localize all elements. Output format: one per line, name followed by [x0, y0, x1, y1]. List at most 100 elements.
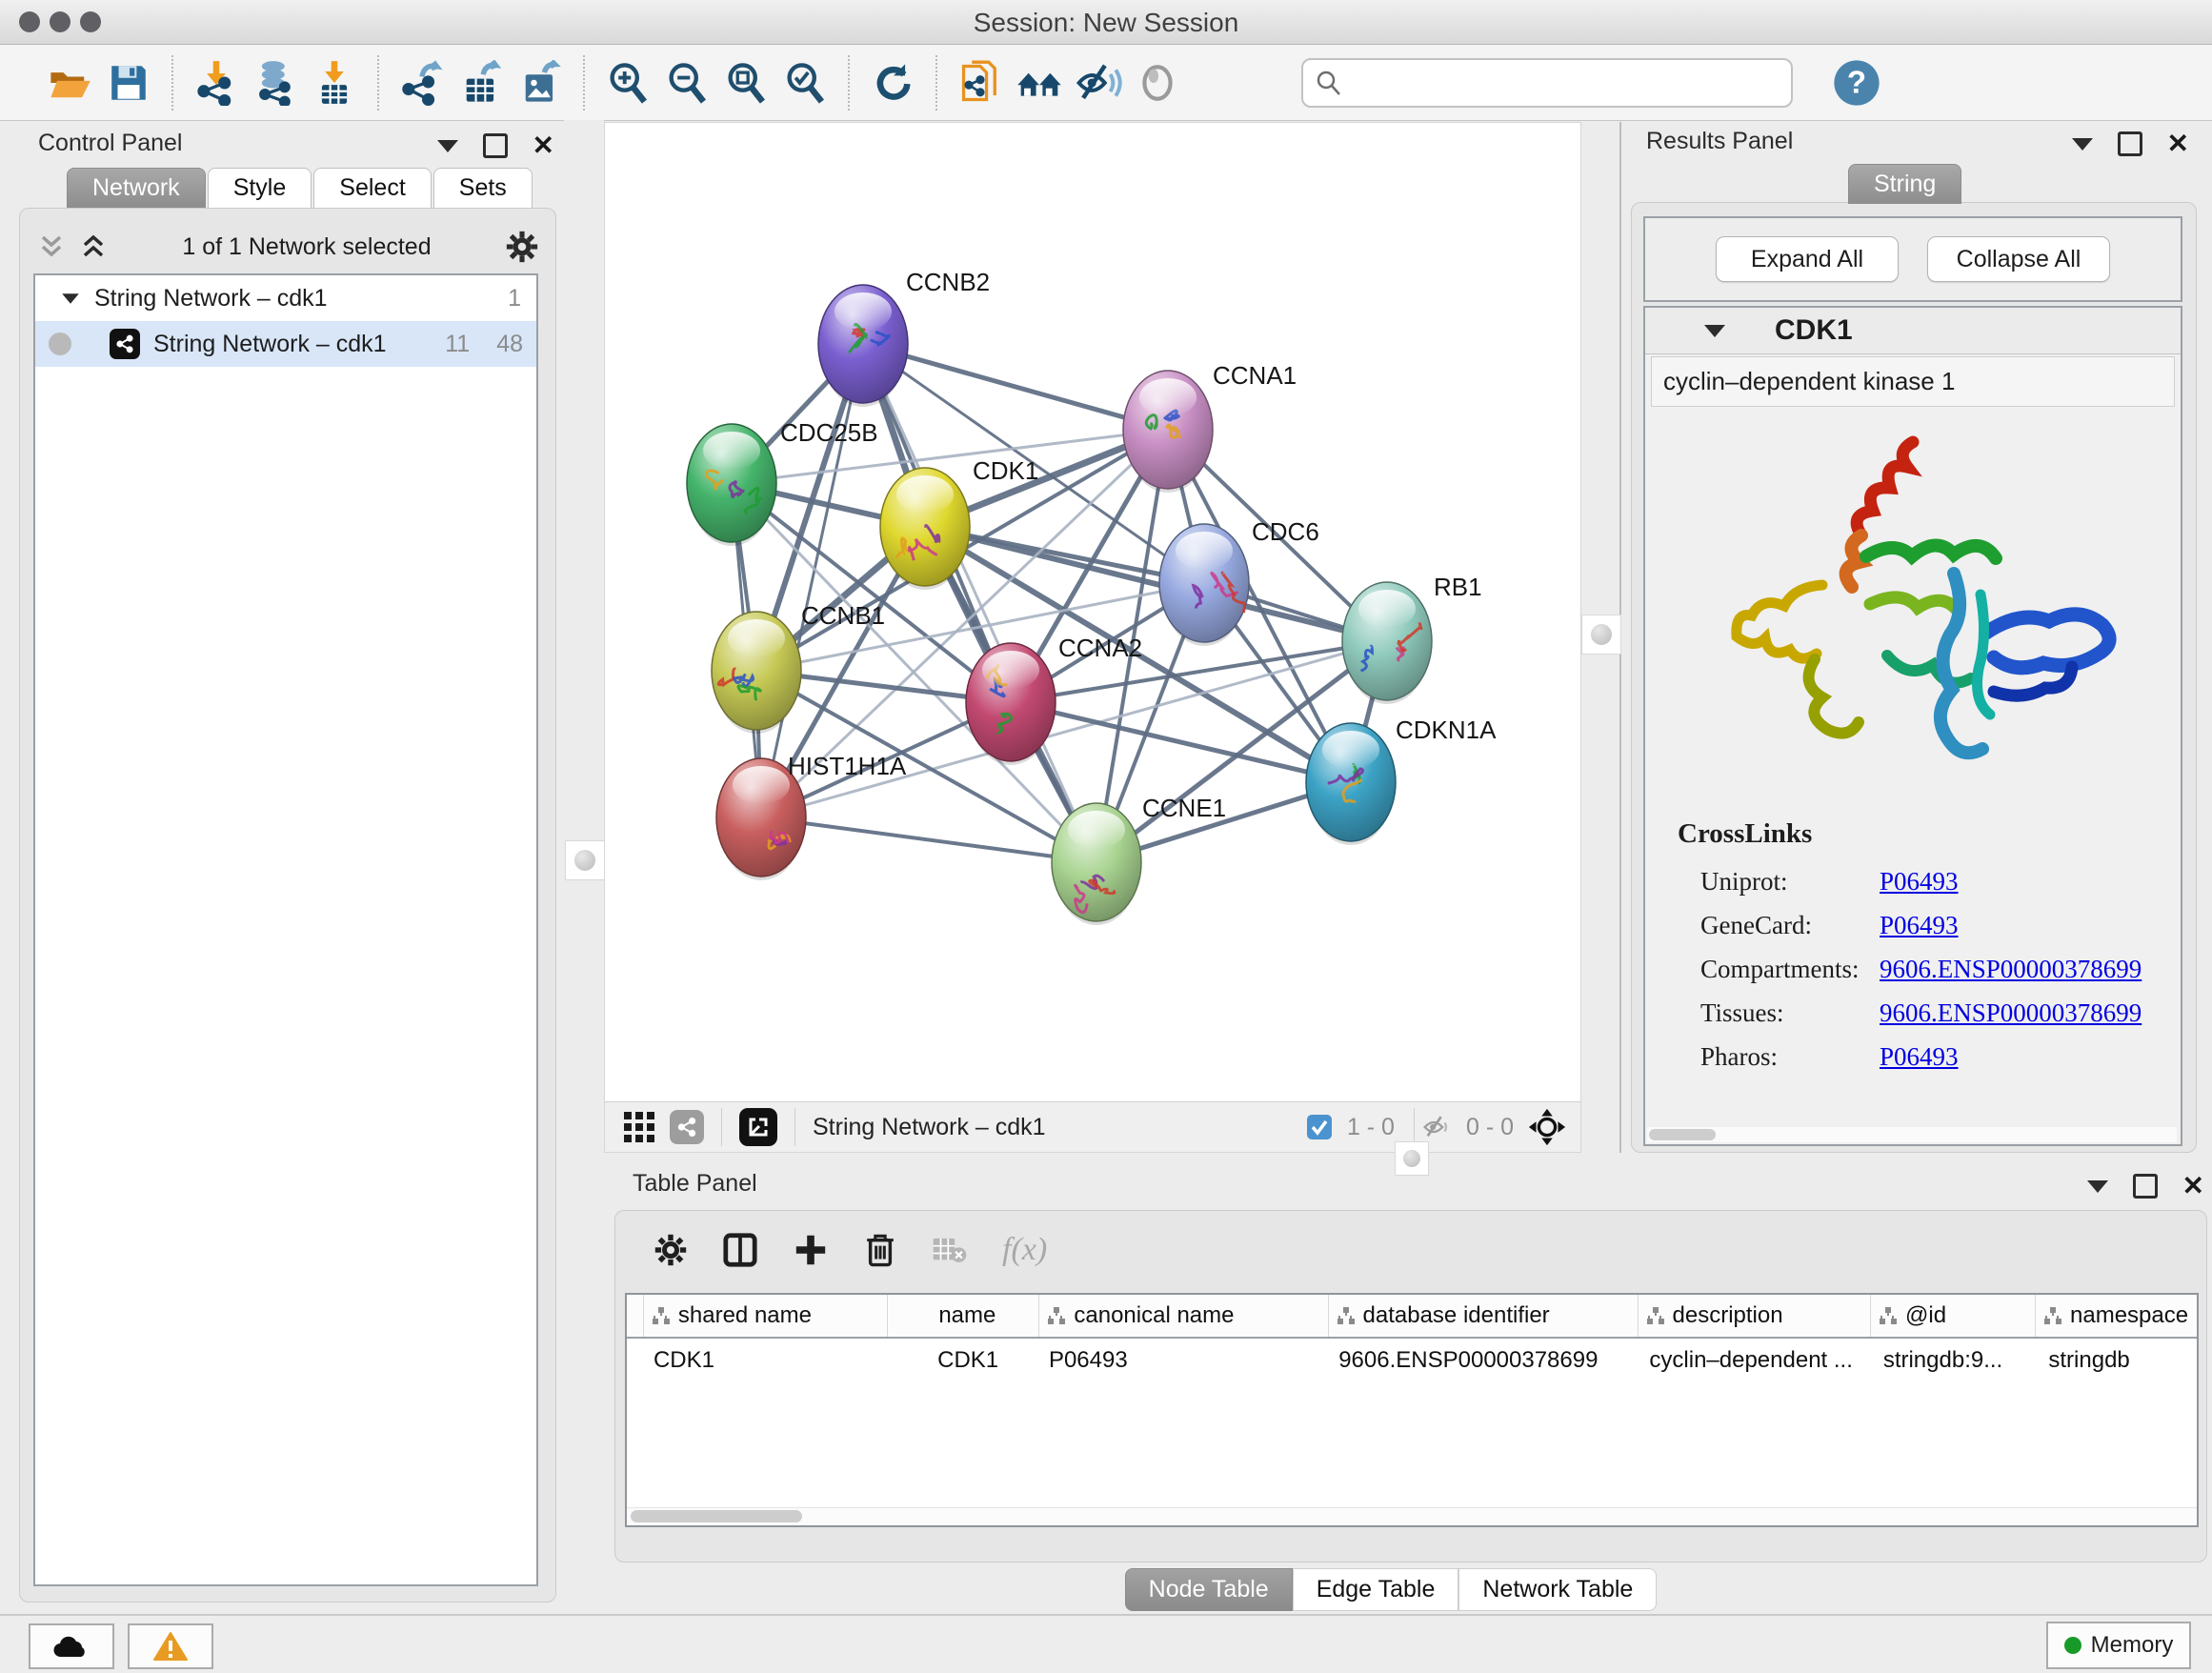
- network-node-CDKN1A[interactable]: [1306, 723, 1396, 845]
- table-panel-close-button[interactable]: ✕: [2182, 1177, 2204, 1196]
- add-column-icon[interactable]: [793, 1232, 829, 1268]
- warnings-button[interactable]: [128, 1623, 213, 1669]
- control-panel-maximize-button[interactable]: [483, 133, 508, 158]
- cloud-status-button[interactable]: [29, 1623, 114, 1669]
- results-hscrollbar[interactable]: [1647, 1127, 2177, 1142]
- save-session-button[interactable]: [99, 53, 158, 112]
- network-node-CDC25B[interactable]: [687, 424, 776, 546]
- import-network-database-button[interactable]: [246, 53, 305, 112]
- cell-canonical-name[interactable]: P06493: [1039, 1347, 1329, 1374]
- column-canonical-name[interactable]: canonical name: [1039, 1295, 1328, 1337]
- show-columns-icon[interactable]: [722, 1232, 758, 1268]
- network-node-CCNE1[interactable]: [1052, 803, 1141, 925]
- table-gear-icon[interactable]: [654, 1233, 688, 1267]
- tab-network[interactable]: Network: [67, 168, 206, 208]
- refresh-button[interactable]: [863, 53, 922, 112]
- tab-sets[interactable]: Sets: [433, 168, 533, 208]
- column-description[interactable]: description: [1639, 1295, 1872, 1337]
- search-field[interactable]: [1301, 58, 1793, 108]
- search-input[interactable]: [1343, 69, 1757, 97]
- cell-shared-name[interactable]: CDK1: [644, 1347, 887, 1374]
- table-hscrollbar[interactable]: [627, 1507, 2197, 1525]
- home-button[interactable]: [1010, 53, 1069, 112]
- tab-select[interactable]: Select: [313, 168, 431, 208]
- tab-style[interactable]: Style: [208, 168, 312, 208]
- gear-icon[interactable]: [506, 231, 538, 263]
- memory-button[interactable]: Memory: [2046, 1622, 2191, 1669]
- eye-icon: [1136, 61, 1179, 105]
- results-panel-float-button[interactable]: [2072, 138, 2093, 151]
- right-splitter-handle[interactable]: [1581, 615, 1621, 655]
- gene-expander-icon[interactable]: [1704, 325, 1725, 337]
- bottom-splitter[interactable]: [604, 1153, 2212, 1168]
- expand-all-icon[interactable]: [79, 232, 108, 261]
- crosslink-genecard[interactable]: P06493: [1880, 903, 1959, 947]
- cell-database-identifier[interactable]: 9606.ENSP00000378699: [1329, 1347, 1639, 1374]
- hide-selection-button[interactable]: [1069, 53, 1128, 112]
- control-panel-float-button[interactable]: [437, 140, 458, 152]
- table-row[interactable]: CDK1 CDK1 P06493 9606.ENSP00000378699 cy…: [627, 1339, 2197, 1382]
- results-panel-maximize-button[interactable]: [2118, 131, 2142, 156]
- cell-name[interactable]: CDK1: [887, 1347, 1039, 1374]
- crosslink-compartments[interactable]: 9606.ENSP00000378699: [1880, 947, 2142, 991]
- network-canvas[interactable]: CCNB2CCNA1CDC25BCDK1CDC6RB1CCNB1CCNA2CDK…: [605, 123, 1580, 1102]
- network-node-CCNB1[interactable]: [712, 612, 801, 734]
- table-panel-maximize-button[interactable]: [2133, 1174, 2158, 1199]
- control-panel-close-button[interactable]: ✕: [533, 136, 554, 155]
- collapse-all-icon[interactable]: [37, 232, 66, 261]
- network-row[interactable]: String Network – cdk1 11 48: [35, 321, 536, 367]
- help-button[interactable]: ?: [1827, 53, 1886, 112]
- network-edge[interactable]: [761, 344, 863, 817]
- show-eye-button[interactable]: [1128, 53, 1187, 112]
- zoom-in-button[interactable]: [598, 53, 657, 112]
- column-namespace[interactable]: namespace: [2036, 1295, 2197, 1337]
- crosslink-tissues[interactable]: 9606.ENSP00000378699: [1880, 991, 2142, 1035]
- crosslink-pharos[interactable]: P06493: [1880, 1035, 1959, 1078]
- collection-label: String Network – cdk1: [94, 285, 328, 312]
- column-name[interactable]: name: [888, 1295, 1039, 1337]
- tab-string[interactable]: String: [1848, 164, 1961, 204]
- table-panel-float-button[interactable]: [2087, 1180, 2108, 1193]
- column-shared-name[interactable]: shared name: [644, 1295, 888, 1337]
- detach-view-icon[interactable]: [739, 1108, 777, 1146]
- expand-all-button[interactable]: Expand All: [1716, 236, 1899, 282]
- left-splitter-handle[interactable]: [565, 840, 605, 880]
- network-edge[interactable]: [761, 817, 1096, 862]
- import-network-file-button[interactable]: [187, 53, 246, 112]
- cell-description[interactable]: cyclin–dependent ...: [1639, 1347, 1873, 1374]
- shared-column-icon: [1337, 1306, 1356, 1325]
- collapse-all-button[interactable]: Collapse All: [1927, 236, 2110, 282]
- collection-expander-icon[interactable]: [62, 293, 79, 303]
- network-node-CCNB2[interactable]: [818, 285, 908, 407]
- crosslink-uniprot[interactable]: P06493: [1880, 859, 1959, 903]
- zoom-out-button[interactable]: [657, 53, 716, 112]
- export-network-button[interactable]: [392, 53, 452, 112]
- network-collection-row[interactable]: String Network – cdk1 1: [35, 275, 536, 321]
- network-edge[interactable]: [863, 344, 1096, 862]
- grid-mode-icon[interactable]: [622, 1110, 656, 1144]
- network-node-CCNA2[interactable]: [966, 643, 1056, 765]
- zoom-fit-button[interactable]: [716, 53, 775, 112]
- network-node-CCNA1[interactable]: [1123, 371, 1213, 493]
- cell-id[interactable]: stringdb:9...: [1874, 1347, 2040, 1374]
- export-table-button[interactable]: [452, 53, 511, 112]
- clone-network-button[interactable]: [951, 53, 1010, 112]
- open-session-button[interactable]: [40, 53, 99, 112]
- delete-column-icon[interactable]: [863, 1232, 897, 1268]
- tab-edge-table[interactable]: Edge Table: [1293, 1568, 1459, 1611]
- cell-namespace[interactable]: stringdb: [2039, 1347, 2197, 1374]
- column-database-identifier[interactable]: database identifier: [1329, 1295, 1639, 1337]
- network-edge[interactable]: [863, 344, 1168, 430]
- results-panel-close-button[interactable]: ✕: [2167, 134, 2189, 153]
- network-node-RB1[interactable]: [1342, 582, 1432, 704]
- export-image-button[interactable]: [511, 53, 570, 112]
- column-id[interactable]: @id: [1871, 1295, 2036, 1337]
- right-splitter[interactable]: [1581, 122, 1621, 1153]
- birdseye-icon[interactable]: [1527, 1107, 1567, 1147]
- zoom-selected-button[interactable]: [775, 53, 835, 112]
- tab-network-table[interactable]: Network Table: [1458, 1568, 1657, 1611]
- tab-node-table[interactable]: Node Table: [1125, 1568, 1293, 1611]
- selected-checkbox-icon[interactable]: [1305, 1113, 1334, 1141]
- view-mode-icon[interactable]: [670, 1110, 704, 1144]
- import-table-button[interactable]: [305, 53, 364, 112]
